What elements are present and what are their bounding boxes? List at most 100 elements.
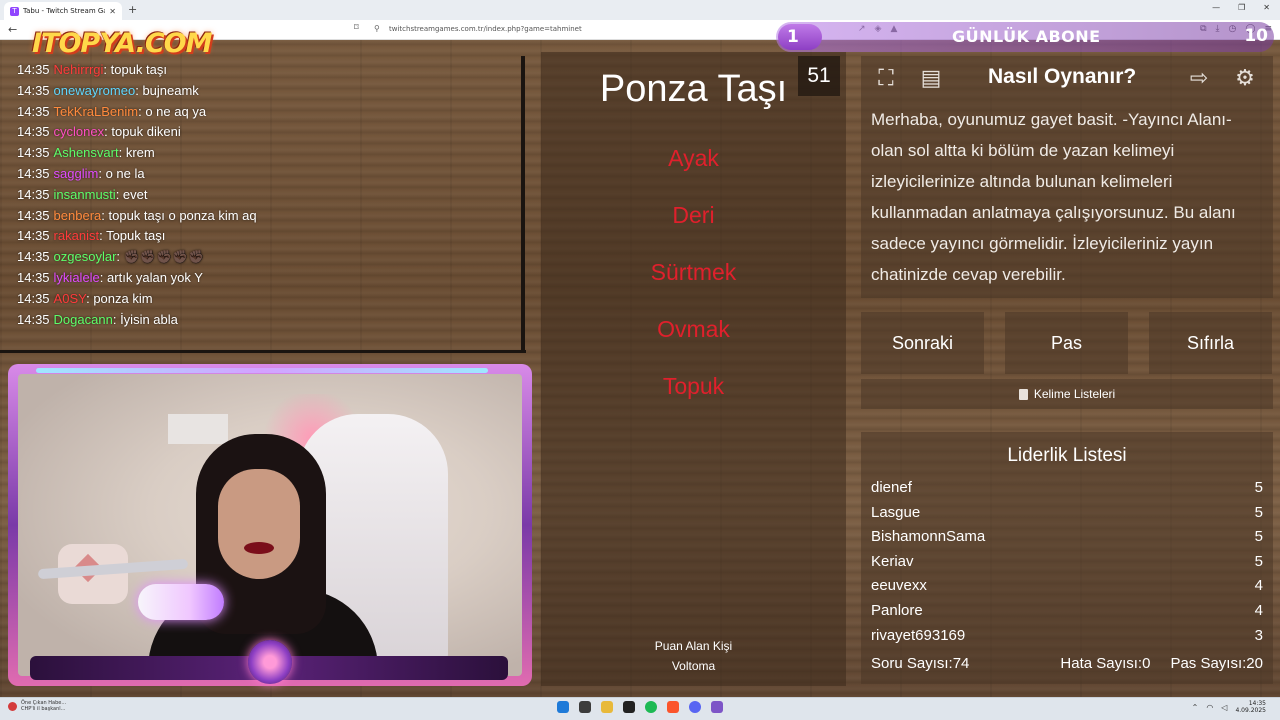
chat-timestamp: 14:35 [17, 249, 50, 265]
chat-text: İyisin abla [116, 311, 178, 327]
chat-username[interactable]: rakanist [54, 228, 100, 243]
wall-shelf [168, 414, 228, 444]
tab-title: Tabu - Twitch Stream Games [23, 7, 105, 15]
leaderboard-name: rivayet693169 [871, 626, 966, 644]
chat-text: topuk taşı [107, 62, 167, 77]
chat-timestamp: 14:35 [17, 186, 50, 202]
main-word: Ponza Taşı [599, 68, 788, 110]
question-count: Soru Sayısı:74 [871, 655, 970, 672]
settings-icon[interactable]: ⚙ [1228, 62, 1262, 94]
leaderboard-row: dienef 5 [871, 479, 1263, 501]
chat-timestamp: 14:35 [17, 228, 50, 244]
maximize-icon[interactable]: ❐ [1238, 3, 1245, 12]
twitch-favicon-icon: T [10, 6, 19, 16]
clock[interactable]: 14:35 4.09.2025 [1235, 700, 1266, 714]
chat-timestamp: 14:35 [17, 311, 50, 327]
chat-text: krem [122, 145, 155, 161]
chat-message: 14:35 rakanist: Topuk taşı [17, 228, 165, 243]
webcam-top-bar [36, 368, 488, 373]
bookmark-icon[interactable]: ⌑ [354, 23, 359, 33]
chat-username[interactable]: onewayromeo [54, 83, 136, 98]
chat-username[interactable]: A0SY [54, 291, 87, 306]
file-explorer-icon[interactable] [601, 701, 613, 713]
system-tray: ⌃ ◠ ◁ 14:35 4.09.2025 [1192, 700, 1266, 714]
chat-username[interactable]: cyclonex [54, 124, 105, 139]
leaderboard-score: 3 [1254, 626, 1263, 644]
fullscreen-icon[interactable]: ⛶ [869, 62, 903, 94]
chat-text: bujneamk [138, 82, 199, 98]
chat-timestamp: 14:35 [17, 62, 50, 77]
chat-timestamp: 14:35 [17, 103, 50, 119]
discord-icon[interactable] [689, 701, 701, 713]
url-field[interactable]: twitchstreamgames.com.tr/index.php?game=… [389, 25, 582, 33]
task-view-icon[interactable] [579, 701, 591, 713]
taskbar-apps [557, 701, 723, 713]
leaderboard-score: 5 [1254, 528, 1263, 546]
lotus-icon [248, 640, 292, 684]
chat-message: 14:35 cyclonex: topuk dikeni [17, 124, 181, 139]
spotify-icon[interactable] [645, 701, 657, 713]
window-controls: — ❐ ✕ [1212, 3, 1270, 12]
how-to-play-text: Merhaba, oyunumuz gayet basit. -Yayıncı … [871, 110, 1236, 284]
chat-bottom-divider [0, 350, 526, 353]
game-stats: Soru Sayısı:74 Hata Sayısı:0 Pas Sayısı:… [871, 655, 1263, 677]
leaderboard-row: Keriav 5 [871, 553, 1263, 575]
chat-text: ✊🏿✊🏿✊🏿✊🏿✊🏿 [120, 249, 205, 265]
minimize-icon[interactable]: — [1212, 3, 1220, 12]
reset-button[interactable]: Sıfırla [1149, 312, 1272, 374]
tray-chevron-icon[interactable]: ⌃ [1192, 703, 1199, 712]
chat-message: 14:35 Dogacann: İyisin abla [17, 312, 178, 327]
chat-username[interactable]: Dogacann [54, 312, 113, 327]
back-icon[interactable]: ← [8, 23, 17, 36]
start-icon[interactable] [557, 701, 569, 713]
chat-timestamp: 14:35 [17, 124, 50, 140]
obs-icon[interactable] [623, 701, 635, 713]
leaderboard-title: Liderlik Listesi [1007, 445, 1127, 466]
chat-username[interactable]: Ashensvart [54, 145, 119, 160]
volume-icon[interactable]: ◁ [1221, 703, 1227, 712]
microphone [138, 584, 224, 620]
scorer-label: Puan Alan Kişi [654, 639, 733, 653]
browser-tab[interactable]: T Tabu - Twitch Stream Games ✕ [4, 2, 122, 20]
chat-message: 14:35 TekKraLBenim: o ne aq ya [17, 104, 206, 119]
streamer-face [218, 469, 300, 579]
clock-date: 4.09.2025 [1235, 707, 1266, 714]
news-widget[interactable]: Öne Çıkan Habe... CHP'li il başkanl... [8, 700, 66, 712]
pass-button[interactable]: Pas [1005, 312, 1128, 374]
pass-count: Pas Sayısı:20 [1170, 655, 1263, 672]
chat-username[interactable]: TekKraLBenim [54, 104, 139, 119]
leaderboard-name: Panlore [871, 602, 923, 619]
chat-username[interactable]: lykialele [54, 270, 100, 285]
exit-icon[interactable]: ⇨ [1182, 62, 1216, 94]
chat-message: 14:35 onewayromeo: bujneamk [17, 83, 199, 98]
notes-icon[interactable]: ▤ [914, 62, 948, 94]
chat-message: 14:35 A0SY: ponza kim [17, 291, 153, 306]
new-tab-icon[interactable]: + [128, 3, 137, 16]
wifi-icon[interactable]: ◠ [1206, 703, 1213, 712]
chat-text: o ne la [101, 166, 145, 181]
chat-username[interactable]: sagglim [54, 166, 99, 181]
leaderboard-name: eeuvexx [871, 577, 927, 595]
leaderboard-row: rivayet693169 3 [871, 627, 1263, 649]
chat-message: 14:35 Ashensvart: krem [17, 145, 155, 160]
site-info-icon[interactable]: ⚲ [374, 24, 380, 33]
window-close-icon[interactable]: ✕ [1263, 3, 1270, 12]
chat-username[interactable]: ozgesoylar [54, 249, 117, 264]
chat-username[interactable]: benbera [54, 208, 102, 223]
taboo-word: Sürtmek [650, 259, 737, 285]
error-count: Hata Sayısı:0 [1060, 655, 1151, 672]
chat-username[interactable]: insanmusti [54, 187, 116, 202]
app-icon[interactable] [711, 701, 723, 713]
brave-icon[interactable] [667, 701, 679, 713]
chat-username[interactable]: Nehirrrgi [54, 62, 104, 77]
streamer-lips [244, 542, 274, 554]
news-icon [8, 701, 17, 711]
next-button[interactable]: Sonraki [861, 312, 984, 374]
word-lists-button[interactable]: Kelime Listeleri [861, 379, 1273, 409]
leaderboard-score: 5 [1254, 552, 1263, 570]
chat-message: 14:35 lykialele: artık yalan yok Y [17, 270, 203, 285]
leaderboard-score: 4 [1254, 577, 1263, 595]
close-tab-icon[interactable]: ✕ [109, 7, 116, 16]
chat-text: o ne aq ya [141, 103, 207, 119]
chat-timestamp: 14:35 [17, 207, 50, 223]
